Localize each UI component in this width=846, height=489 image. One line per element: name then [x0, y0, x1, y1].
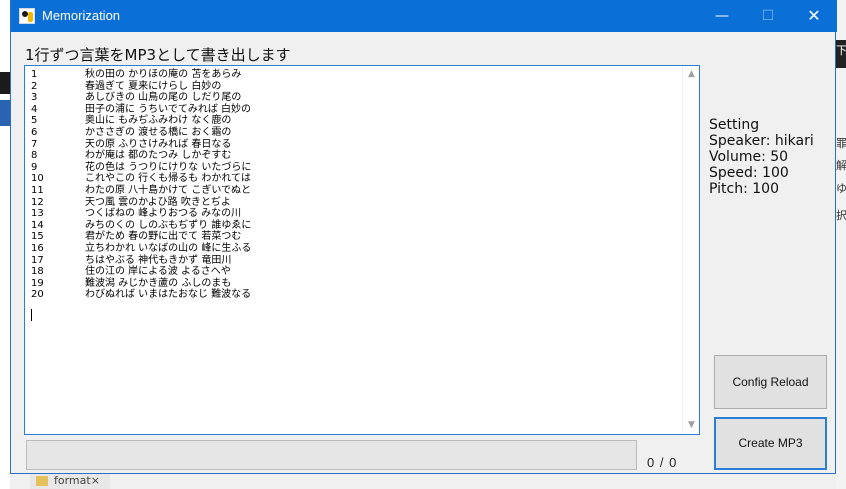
line-text: 君がため 春の野に出でて 若菜つむ — [85, 231, 242, 243]
background-glyph: 下 — [836, 44, 846, 57]
line-text: みちのくの しのぶもぢずり 誰ゆゑに — [85, 219, 252, 231]
window-title: Memorization — [42, 8, 121, 23]
desktop-background-left — [0, 0, 10, 489]
speaker-setting: Speaker: hikari — [709, 133, 814, 149]
background-window-strip — [0, 72, 10, 94]
line-number: 10 — [31, 173, 44, 185]
line-number: 8 — [31, 150, 38, 162]
line-text: これやこの 行くも帰るも わかれては — [85, 173, 251, 185]
memorization-window: Memorization — ☐ ✕ 1行ずつ言葉をMP3として書き出します 1… — [10, 0, 837, 474]
settings-heading: Setting — [709, 117, 760, 133]
background-text-fragment: 解 — [836, 159, 846, 172]
line-text: 花の色は うつりにけりな いたづらに — [85, 161, 252, 173]
line-number: 20 — [31, 289, 44, 301]
line-text: わたの原 八十島かけて こぎいでぬと — [85, 184, 252, 196]
line-text: 立ちわかれ いなばの山の 峰に生ふる — [85, 242, 252, 254]
volume-setting: Volume: 50 — [709, 149, 789, 165]
line-number: 18 — [31, 266, 44, 278]
line-number: 5 — [31, 115, 38, 127]
pitch-setting: Pitch: 100 — [709, 181, 779, 197]
line-text: つくばねの 峰よりおつる みなの川 — [85, 208, 242, 220]
line-number: 1 — [31, 69, 38, 80]
line-number: 6 — [31, 126, 38, 138]
scroll-down-arrow-icon[interactable]: ▼ — [683, 417, 700, 434]
line-text: ちはやぶる 神代もきかず 竜田川 — [85, 254, 232, 266]
progress-bar — [26, 440, 637, 470]
background-selection-strip — [0, 100, 10, 126]
settings-panel: Setting Speaker: hikari Volume: 50 Speed… — [709, 117, 814, 197]
text-input-area[interactable]: 1 秋の田の かりほの庵の 苫をあらみ 2 春過ぎて 夏来にけらし 白妙の 3 あしびきの… — [24, 65, 700, 435]
create-mp3-button[interactable]: Create MP3 — [714, 417, 827, 470]
line-text: かささぎの 渡せる橋に おく霜の — [85, 126, 232, 138]
background-text-fragment: 罪 — [836, 137, 846, 150]
scroll-up-arrow-icon[interactable]: ▲ — [683, 66, 700, 83]
line-number: 3 — [31, 92, 38, 104]
line-text: 難波潟 みじかき蘆の ふしのまも — [85, 277, 232, 289]
line-text: 奥山に もみぢふみわけ なく鹿の — [85, 115, 232, 127]
line-number: 14 — [31, 219, 44, 231]
close-button[interactable]: ✕ — [791, 0, 837, 32]
line-text: 春過ぎて 夏来にけらし 白妙の — [85, 80, 222, 92]
speed-setting: Speed: 100 — [709, 165, 789, 181]
maximize-button[interactable]: ☐ — [745, 0, 791, 32]
minimize-button[interactable]: — — [699, 0, 745, 32]
line-text: あしびきの 山鳥の尾の しだり尾の — [85, 92, 242, 104]
config-reload-button[interactable]: Config Reload — [714, 355, 827, 409]
line-number: 19 — [31, 277, 44, 289]
title-bar[interactable]: Memorization — ☐ ✕ — [11, 0, 837, 32]
background-editor-tab[interactable]: format× — [30, 473, 110, 489]
line-number: 17 — [31, 254, 44, 266]
line-text: わびぬれば いまはたおなじ 難波なる — [85, 289, 252, 301]
background-text-fragment: ゆ — [836, 182, 846, 195]
line-number: 11 — [31, 184, 44, 196]
line-number: 15 — [31, 231, 44, 243]
tab-close-icon[interactable]: × — [91, 474, 100, 487]
line-number: 4 — [31, 103, 38, 115]
line-text: 田子の浦に うちいでてみれば 白妙の — [85, 103, 252, 115]
line-number: 16 — [31, 242, 44, 254]
app-icon — [19, 8, 35, 24]
line-number: 12 — [31, 196, 44, 208]
instruction-label: 1行ずつ言葉をMP3として書き出します — [25, 46, 291, 64]
background-text-fragment: 択 — [836, 209, 846, 222]
desktop-background-right: 下 罪 解 ゆ 択 — [836, 0, 846, 489]
vertical-scrollbar[interactable]: ▲ ▼ — [682, 66, 699, 434]
folder-icon — [36, 476, 48, 486]
line-text: 天の原 ふりさけみれば 春日なる — [85, 138, 232, 150]
line-number: 13 — [31, 208, 44, 220]
line-number: 2 — [31, 80, 38, 92]
line-text: 天つ風 雲のかよひ路 吹きとぢよ — [85, 196, 231, 208]
line-text: 秋の田の かりほの庵の 苫をあらみ — [85, 69, 242, 80]
line-text: わが庵は 都のたつみ しかぞすむ — [85, 150, 232, 162]
line-text: 住の江の 岸による波 よるさへや — [85, 266, 231, 278]
line-number: 7 — [31, 138, 38, 150]
background-tab-label: format — [54, 474, 91, 487]
text-caret — [31, 309, 32, 321]
progress-counter: 0 / 0 — [647, 455, 678, 470]
line-number: 9 — [31, 161, 38, 173]
